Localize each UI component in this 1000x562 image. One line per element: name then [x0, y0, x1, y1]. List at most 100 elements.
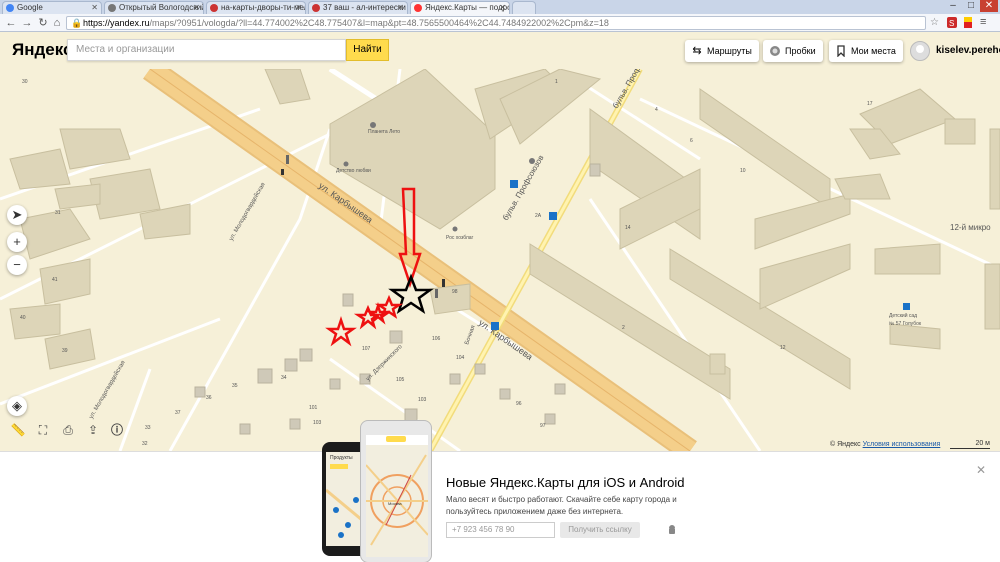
zoom-in-button[interactable]: +	[7, 232, 27, 252]
svg-text:S: S	[949, 19, 954, 28]
tab-label: Открытый Вологодский - С…	[119, 3, 204, 12]
route-icon: ⇆	[692, 45, 702, 57]
district-label: 12-й микро	[950, 223, 991, 232]
scale-label: 20 м	[975, 440, 990, 447]
info-icon[interactable]: ⓘ	[108, 421, 126, 439]
house-number: 17	[867, 101, 873, 107]
house-number: 32	[142, 441, 148, 447]
routes-button[interactable]: ⇆ Маршруты	[685, 40, 759, 62]
house-number: 107	[362, 346, 371, 352]
lock-icon: 🔒	[71, 18, 83, 28]
my-places-button[interactable]: Мои места	[829, 40, 903, 62]
phone-screen-city: Москва	[388, 501, 402, 506]
map-pin-favicon-icon	[414, 4, 422, 12]
house-number: 96	[516, 401, 522, 407]
print-icon[interactable]: ⎙	[59, 421, 77, 439]
routes-label: Маршруты	[707, 46, 752, 56]
tab-label: на-карты-дворы-ти-мелен…	[221, 3, 305, 12]
apple-icon[interactable]	[650, 524, 662, 536]
extension-icon[interactable]: S	[946, 16, 958, 29]
house-number: 41	[52, 277, 58, 283]
house-number: 31	[55, 210, 61, 216]
phone-screen: Москва	[366, 435, 428, 557]
tab-google[interactable]: Google ✕	[2, 1, 102, 14]
google-favicon-icon	[6, 4, 14, 12]
traffic-button[interactable]: Пробки	[763, 40, 823, 62]
username[interactable]: kiselev.perehod	[936, 45, 1000, 56]
avatar[interactable]	[910, 41, 930, 61]
extension-icon[interactable]	[962, 16, 974, 29]
yandex-logo[interactable]: Яндекс	[12, 40, 72, 60]
ruler-icon[interactable]: 📏	[9, 421, 27, 439]
url-input[interactable]: 🔒 https://yandex.ru/maps/?0951/vologda/?…	[66, 16, 926, 30]
house-number: 104	[456, 355, 465, 361]
browser-window: Google ✕ Открытый Вологодский - С… ✕ на-…	[0, 0, 1000, 562]
phone-illustration: Москва	[360, 420, 432, 562]
house-number: 39	[62, 348, 68, 354]
app-promo-banner: Продукты Москва Новые Яндекс.Карты для i…	[0, 420, 1000, 562]
house-number: 103	[313, 420, 322, 426]
maximize-icon[interactable]: □	[962, 0, 980, 12]
house-number: 6	[690, 138, 693, 144]
house-number: 97	[540, 423, 546, 429]
house-number: 101	[309, 405, 318, 411]
house-number: 35	[232, 383, 238, 389]
tab-37[interactable]: 37 ваш - ал-интерески … ✕	[308, 1, 408, 14]
traffic-label: Пробки	[785, 46, 816, 56]
close-icon[interactable]: ✕	[976, 463, 986, 477]
tab-label: 37 ваш - ал-интерески …	[323, 3, 408, 12]
tab-vologodsky[interactable]: Открытый Вологодский - С… ✕	[104, 1, 204, 14]
license-link[interactable]: Условия использования	[863, 441, 941, 448]
tab-close-icon[interactable]: ✕	[91, 2, 98, 14]
find-button[interactable]: Найти	[346, 39, 389, 61]
logo-text: Яндекс	[12, 40, 73, 59]
geolocation-arrow-icon[interactable]: ➤	[7, 205, 27, 225]
house-number: 103	[418, 397, 427, 403]
layers-icon[interactable]: ◈	[7, 396, 27, 416]
back-arrow-icon[interactable]: ←	[4, 16, 18, 30]
tab-close-icon[interactable]: ✕	[499, 2, 506, 14]
android-icon[interactable]	[666, 524, 678, 536]
house-number: 14	[625, 225, 631, 231]
new-tab-button[interactable]	[512, 1, 536, 14]
map-svg: ул. Карбышева ул. Карбышева бульв. Профс…	[0, 69, 1000, 451]
poi-label: Планета Лето	[368, 129, 400, 135]
reload-icon[interactable]: ↻	[36, 16, 50, 30]
tab-strip: Google ✕ Открытый Вологодский - С… ✕ на-…	[0, 0, 1000, 14]
map-copyright: © Яндекс Условия использования	[830, 441, 940, 448]
house-number: 37	[175, 410, 181, 416]
house-number: 2А	[535, 213, 542, 219]
tab-close-icon[interactable]: ✕	[295, 2, 302, 14]
house-number: 105	[396, 377, 405, 383]
forward-arrow-icon[interactable]: →	[20, 16, 34, 30]
zoom-out-button[interactable]: −	[7, 255, 27, 275]
tab-close-icon[interactable]: ✕	[193, 2, 200, 14]
tab-karty-dvory[interactable]: на-карты-дворы-ти-мелен… ✕	[206, 1, 306, 14]
poi-label: Детский сад	[889, 312, 917, 319]
minimize-icon[interactable]: –	[944, 0, 962, 12]
share-icon[interactable]: ⇪	[84, 421, 102, 439]
phone-screen-title: Продукты	[330, 455, 353, 461]
site-favicon-icon	[312, 4, 320, 12]
house-number: 33	[145, 425, 151, 431]
bookmark-star-icon[interactable]: ☆	[930, 16, 942, 29]
my-places-label: Мои места	[851, 46, 896, 56]
search-input[interactable]: Места и организации	[67, 39, 346, 61]
house-number: 106	[432, 336, 441, 342]
scale-bar: 20 м	[950, 440, 990, 449]
get-link-button[interactable]: Получить ссылку	[560, 522, 640, 538]
phone-number-input[interactable]: +7 923 456 78 90	[446, 522, 555, 538]
site-favicon-icon	[210, 4, 218, 12]
map-canvas[interactable]: ул. Карбышева ул. Карбышева бульв. Профс…	[0, 69, 1000, 451]
menu-icon[interactable]: ≡	[980, 16, 992, 29]
house-number: 36	[206, 395, 212, 401]
panorama-icon[interactable]: ⛶	[34, 421, 52, 439]
house-number: 98	[452, 289, 458, 295]
tab-close-icon[interactable]: ✕	[397, 2, 404, 14]
house-number: 34	[281, 375, 287, 381]
home-icon[interactable]: ⌂	[50, 16, 64, 30]
promo-description: Мало весят и быстро работают. Скачайте с…	[446, 495, 677, 516]
tab-label: Яндекс.Карты — подроб…	[425, 3, 509, 12]
close-window-icon[interactable]: ✕	[980, 0, 998, 12]
tab-yandex-maps[interactable]: Яндекс.Карты — подроб… ✕	[410, 1, 510, 14]
